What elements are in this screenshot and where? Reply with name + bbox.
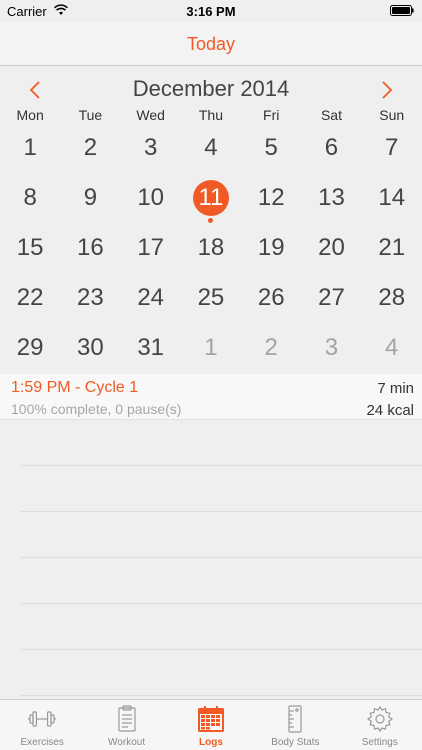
calendar-week: 22 23 24 25 26 27 28 — [0, 274, 422, 324]
tab-workout[interactable]: Workout — [84, 700, 168, 750]
calendar-day-next-month[interactable]: 1 — [181, 324, 241, 374]
weekday-label: Fri — [263, 107, 280, 123]
log-indicator-dot — [208, 218, 214, 223]
tab-bar: Exercises Workout Logs Body Stats Settin… — [0, 699, 422, 750]
calendar-day[interactable]: 22 — [0, 274, 60, 324]
calendar-day-selected[interactable]: 11 — [181, 174, 241, 224]
weekday-label: Tue — [78, 107, 103, 123]
next-month-icon[interactable] — [379, 80, 395, 100]
calendar-day[interactable]: 9 — [60, 174, 120, 224]
calendar-day[interactable]: 12 — [241, 174, 301, 224]
calendar-day[interactable]: 23 — [60, 274, 120, 324]
calendar-day[interactable]: 10 — [121, 174, 181, 224]
calendar-day[interactable]: 21 — [362, 224, 422, 274]
selected-day-number: 11 — [198, 184, 224, 211]
tab-label: Logs — [199, 737, 223, 748]
weekday-label: Sun — [379, 107, 405, 123]
tab-label: Body Stats — [271, 737, 320, 748]
calendar-day[interactable]: 2 — [60, 124, 120, 174]
calendar: December 2014 Mon Tue Wed Thu Fri Sat Su… — [0, 66, 422, 374]
calendar-day[interactable]: 17 — [121, 224, 181, 274]
calendar-day[interactable]: 15 — [0, 224, 60, 274]
weekday-label: Mon — [16, 107, 44, 123]
log-entry-duration: 7 min — [377, 380, 414, 397]
calendar-day[interactable]: 19 — [241, 224, 301, 274]
list-separator — [20, 465, 422, 466]
empty-list-area — [20, 420, 422, 696]
calendar-day-next-month[interactable]: 3 — [301, 324, 361, 374]
log-entry-row[interactable]: 1:59 PM - Cycle 1 7 min 100% complete, 0… — [0, 374, 422, 420]
list-separator — [20, 603, 422, 604]
list-separator — [20, 511, 422, 512]
calendar-day[interactable]: 16 — [60, 224, 120, 274]
calendar-day[interactable]: 29 — [0, 324, 60, 374]
calendar-day[interactable]: 26 — [241, 274, 301, 324]
calendar-week: 8 9 10 11 12 13 14 — [0, 174, 422, 224]
calendar-week: 29 30 31 1 2 3 4 — [0, 324, 422, 374]
calendar-day-next-month[interactable]: 2 — [241, 324, 301, 374]
list-separator — [20, 649, 422, 650]
calendar-day[interactable]: 20 — [301, 224, 361, 274]
calendar-grid: 1 2 3 4 5 6 7 8 9 10 11 12 13 14 15 16 1… — [0, 124, 422, 374]
clipboard-icon — [117, 705, 136, 732]
weekday-header: Mon Tue Wed Thu Fri Sat Sun — [0, 107, 422, 125]
calendar-day[interactable]: 27 — [301, 274, 361, 324]
calendar-day[interactable]: 7 — [362, 124, 422, 174]
tab-label: Exercises — [20, 737, 64, 748]
weekday-label: Sat — [320, 107, 342, 123]
status-time: 3:16 PM — [186, 4, 236, 19]
gear-icon — [366, 705, 393, 733]
weekday-label: Wed — [136, 107, 165, 123]
tab-label: Settings — [361, 737, 398, 748]
status-bar: Carrier 3:16 PM — [0, 0, 422, 22]
month-label: December 2014 — [132, 76, 290, 101]
calendar-icon — [197, 706, 224, 732]
calendar-day[interactable]: 31 — [121, 324, 181, 374]
tab-label: Workout — [108, 737, 146, 748]
list-separator — [20, 557, 422, 558]
month-header: December 2014 — [0, 76, 422, 106]
tab-settings[interactable]: Settings — [338, 700, 422, 750]
dumbbell-icon — [28, 711, 57, 727]
tab-exercises[interactable]: Exercises — [0, 700, 84, 750]
calendar-day[interactable]: 30 — [60, 324, 120, 374]
log-entry-subtitle: 100% complete, 0 pause(s) — [11, 401, 182, 417]
calendar-day[interactable]: 3 — [121, 124, 181, 174]
calendar-day[interactable]: 1 — [0, 124, 60, 174]
calendar-day[interactable]: 5 — [241, 124, 301, 174]
battery-icon — [390, 5, 414, 16]
nav-bar: Today — [0, 22, 422, 66]
tab-logs[interactable]: Logs — [169, 700, 253, 750]
weekday-label: Thu — [198, 107, 223, 123]
log-entry-kcal: 24 kcal — [366, 402, 414, 419]
calendar-day[interactable]: 25 — [181, 274, 241, 324]
calendar-day[interactable]: 4 — [181, 124, 241, 174]
calendar-day[interactable]: 13 — [301, 174, 361, 224]
today-button[interactable]: Today — [0, 34, 422, 55]
log-entry-title: 1:59 PM - Cycle 1 — [11, 379, 139, 396]
calendar-day[interactable]: 28 — [362, 274, 422, 324]
calendar-day[interactable]: 8 — [0, 174, 60, 224]
calendar-day-next-month[interactable]: 4 — [362, 324, 422, 374]
tab-body-stats[interactable]: Body Stats — [253, 700, 337, 750]
calendar-day[interactable]: 18 — [181, 224, 241, 274]
list-separator — [20, 695, 422, 696]
calendar-week: 1 2 3 4 5 6 7 — [0, 124, 422, 174]
calendar-day[interactable]: 24 — [121, 274, 181, 324]
calendar-day[interactable]: 14 — [362, 174, 422, 224]
ruler-icon — [288, 705, 302, 733]
calendar-week: 15 16 17 18 19 20 21 — [0, 224, 422, 274]
calendar-day[interactable]: 6 — [301, 124, 361, 174]
